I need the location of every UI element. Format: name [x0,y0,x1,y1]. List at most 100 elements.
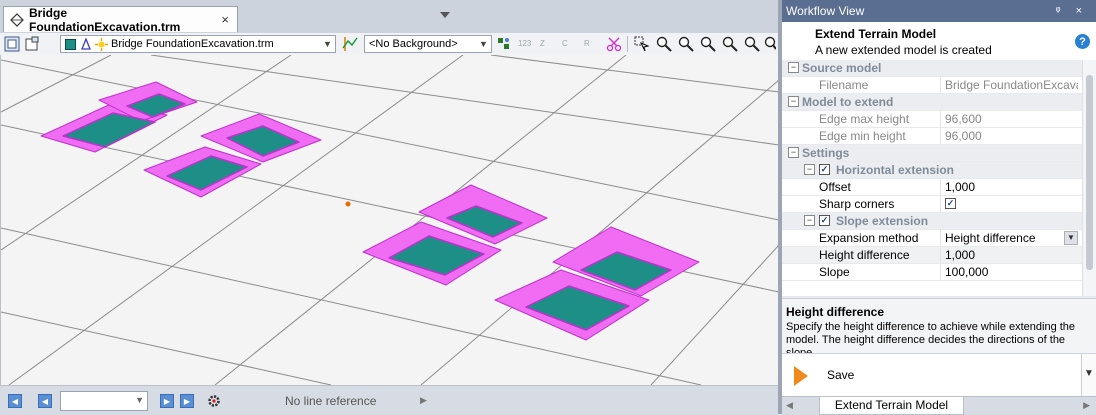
view-toolbar: Bridge FoundationExcavation.trm ▼ <No Ba… [0,33,778,56]
category-source-model[interactable]: − Source model [782,60,1082,77]
model-selector[interactable]: Bridge FoundationExcavation.trm ▼ [60,35,336,53]
property-name: Edge min height [819,129,906,143]
last-station-button[interactable]: ▶ [180,394,194,408]
property-name: Offset [819,180,851,194]
document-tab-title: Bridge FoundationExcavation.trm [28,5,181,34]
background-selector[interactable]: <No Background> ▼ [364,35,492,53]
scrollbar-thumb[interactable] [1086,75,1093,270]
point-cloud-icon[interactable] [496,36,512,52]
property-grid-scrollbar[interactable] [1082,60,1096,296]
collapse-icon[interactable]: − [804,215,815,226]
document-tab-bar: Bridge FoundationExcavation.trm × [0,0,778,34]
property-row-sharp-corners[interactable]: Sharp corners ✓ [782,196,1082,213]
edge-max-height-value: 96,600 [945,112,982,126]
excavation-cluster-1 [40,81,198,153]
next-station-button[interactable]: ▶ [160,394,174,408]
property-name: Filename [819,78,869,92]
property-row-height-difference[interactable]: Height difference 1,000 [782,247,1082,264]
document-tab[interactable]: Bridge FoundationExcavation.trm × [3,5,238,34]
zoom-previous-icon[interactable] [744,36,760,52]
profile-line-icon[interactable] [342,36,358,52]
horizontal-extension-checkbox[interactable]: ✓ [819,164,830,175]
expansion-method-value[interactable]: Height difference [945,231,1078,245]
column-divider [940,77,941,93]
close-icon[interactable]: × [221,12,229,27]
subcategory-horizontal-extension[interactable]: − ✓ Horizontal extension [782,162,1082,179]
terrain-model-icon [10,12,24,27]
property-name: Height difference [819,248,910,262]
property-row-offset[interactable]: Offset 1,000 [782,179,1082,196]
property-row-filename[interactable]: Filename Bridge FoundationExcava... [782,77,1082,94]
property-row-edge-max-height[interactable]: Edge max height 96,600 [782,111,1082,128]
settings-gear-icon[interactable] [206,393,222,409]
properties-icon[interactable] [24,36,40,52]
collapse-icon[interactable]: − [804,164,815,175]
cut-icon[interactable] [606,36,622,52]
chevron-right-icon[interactable]: ▶ [420,395,427,406]
offset-value[interactable]: 1,000 [945,180,1078,194]
navigation-bar: ◀ ◀ ▼ ▶ ▶ No line reference ▶ [0,385,778,415]
slope-value[interactable]: 100,000 [945,265,1078,279]
height-difference-value[interactable]: 1,000 [945,248,1078,262]
pin-close-icons[interactable]: ᵠ × [1056,5,1088,17]
zoom-in-icon[interactable] [678,36,694,52]
tab-scroll-right-icon[interactable]: ▶ [1083,400,1090,411]
category-label: Source model [802,61,882,75]
property-name: Edge max height [819,112,910,126]
save-button[interactable]: Save [827,368,854,382]
command-title-area: Extend Terrain Model A new extended mode… [782,22,1096,61]
excavation-cluster-3 [362,184,548,286]
chevron-down-icon: ▼ [479,39,488,49]
filename-value: Bridge FoundationExcava... [945,78,1078,92]
station-selector[interactable]: ▼ [60,391,148,411]
layers-icon[interactable] [4,36,20,52]
chevron-down-icon[interactable]: ▼ [1064,231,1078,245]
collapse-icon[interactable]: − [788,147,799,158]
label-z-toggle[interactable]: Z [540,39,545,48]
tab-scroll-left-icon[interactable]: ◀ [786,400,793,411]
property-name: Expansion method [819,231,919,245]
category-settings[interactable]: − Settings [782,145,1082,162]
collapse-icon[interactable]: − [788,62,799,73]
sparkle-icon [95,37,108,51]
column-divider [940,264,941,280]
label-number-toggle[interactable]: 123 [518,39,531,48]
subcategory-label: Slope extension [836,214,929,228]
column-divider [940,196,941,212]
category-model-to-extend[interactable]: − Model to extend [782,94,1082,111]
command-title: Extend Terrain Model [815,27,937,41]
zoom-out-icon[interactable] [700,36,716,52]
property-row-slope[interactable]: Slope 100,000 [782,264,1082,281]
tab-list-dropdown-icon[interactable] [440,12,450,18]
subcategory-label: Horizontal extension [836,163,955,177]
first-station-button[interactable]: ◀ [8,394,22,408]
save-area: Save ▼ [782,353,1096,397]
property-name: Sharp corners [819,197,895,211]
sharp-corners-checkbox[interactable]: ✓ [945,198,956,209]
slope-extension-checkbox[interactable]: ✓ [819,215,830,226]
previous-station-button[interactable]: ◀ [38,394,52,408]
excavation-cluster-4 [494,226,700,341]
help-icon[interactable]: ? [1075,34,1090,49]
label-c-toggle[interactable]: C [562,39,568,48]
label-r-toggle[interactable]: R [584,39,590,48]
toolbar-separator [627,36,628,52]
subcategory-slope-extension[interactable]: − ✓ Slope extension [782,213,1082,230]
triangle-model-icon [81,38,91,50]
select-pointer-icon[interactable] [634,36,650,52]
pan-icon[interactable] [764,36,776,52]
property-row-expansion-method[interactable]: Expansion method Height difference ▼ [782,230,1082,247]
category-label: Settings [802,146,850,160]
command-subtitle: A new extended model is created [815,43,992,57]
zoom-extents-icon[interactable] [722,36,738,52]
save-options-dropdown[interactable]: ▼ [1081,354,1096,397]
chevron-right-icon [794,366,808,386]
collapse-icon[interactable]: − [788,96,799,107]
tab-extend-terrain-model[interactable]: Extend Terrain Model [819,397,964,415]
3d-viewport[interactable] [0,55,779,385]
zoom-window-icon[interactable] [656,36,672,52]
background-selector-value: <No Background> [369,38,458,50]
chevron-down-icon: ▼ [135,395,144,405]
workflow-view-title: Workflow View [786,4,865,18]
property-row-edge-min-height[interactable]: Edge min height 96,000 [782,128,1082,145]
